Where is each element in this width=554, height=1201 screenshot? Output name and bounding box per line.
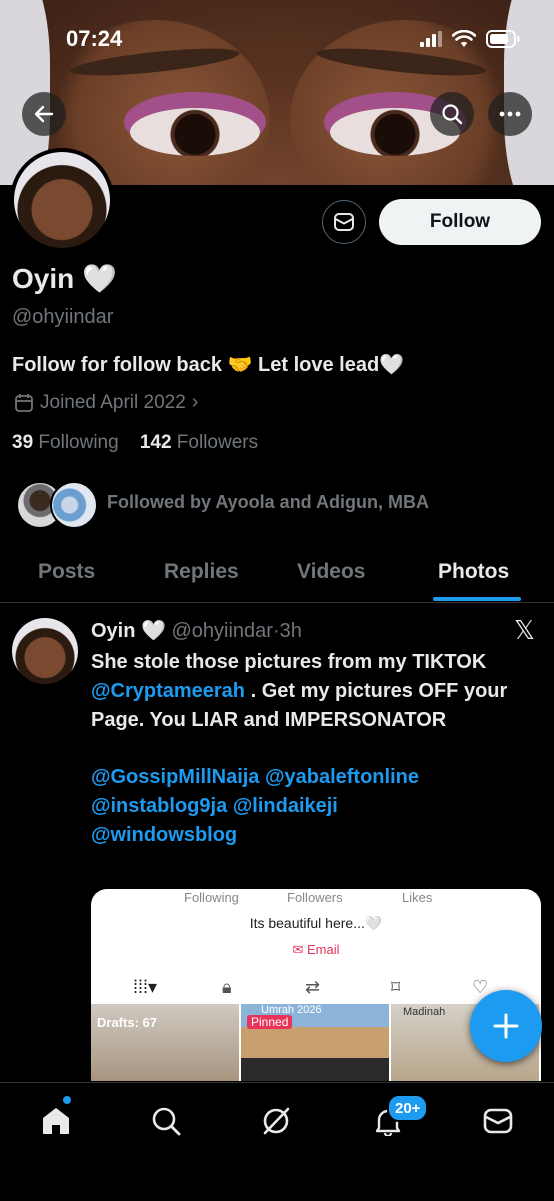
followers-count: 142: [139, 432, 172, 453]
envelope-icon: [483, 1108, 513, 1134]
arrow-left-icon: [34, 105, 54, 123]
home-icon: [43, 1108, 69, 1134]
mention-link[interactable]: @instablog9ja: [91, 795, 227, 817]
wifi-icon: [452, 30, 476, 47]
status-icons: [420, 30, 520, 48]
search-icon: [152, 1107, 181, 1136]
embed-pinned-badge: Pinned: [247, 1015, 293, 1029]
mention-link[interactable]: @Cryptameerah: [91, 680, 245, 702]
follower-avatar[interactable]: [50, 481, 98, 529]
back-button[interactable]: [22, 92, 66, 136]
tweet-time[interactable]: 3h: [280, 620, 302, 642]
following-count: 39: [12, 432, 34, 453]
tab-photos[interactable]: Photos: [438, 560, 509, 584]
battery-icon: [486, 30, 520, 48]
nav-home[interactable]: [36, 1101, 76, 1141]
message-button[interactable]: [322, 200, 366, 244]
chevron-right-icon: ›: [191, 391, 199, 413]
tweet-author[interactable]: Oyin 🤍: [91, 620, 166, 642]
calendar-icon: [15, 393, 33, 412]
nav-messages[interactable]: [478, 1101, 518, 1141]
grok-icon: [263, 1107, 290, 1135]
bookmark-icon: ⌑: [391, 977, 401, 997]
profile-avatar[interactable]: [10, 148, 114, 252]
tab-posts[interactable]: Posts: [38, 560, 95, 584]
joined-label: Joined April 2022: [40, 391, 186, 413]
active-tab-indicator: [433, 597, 521, 601]
joined-date[interactable]: Joined April 2022 ›: [14, 391, 198, 414]
tweet-text-1: She stole those pictures from my TIKTOK: [91, 651, 487, 673]
mention-link[interactable]: @GossipMillNaija: [91, 766, 259, 788]
mention-link[interactable]: @windowsblog: [91, 824, 237, 846]
followed-by-text[interactable]: Followed by Ayoola and Adigun, MBA: [107, 492, 429, 513]
embed-madinah-label: Madinah: [403, 1006, 446, 1018]
following-link[interactable]: 39 Following: [12, 432, 119, 453]
search-icon: [442, 104, 463, 125]
repost-icon: ⇄: [305, 977, 321, 997]
followers-label: Followers: [176, 432, 259, 453]
tweet-handle[interactable]: @ohyiindar: [171, 620, 272, 642]
embed-email: ✉ Email: [91, 942, 541, 958]
lock-icon: 🔒︎: [222, 977, 232, 997]
embed-following: Following: [184, 890, 239, 905]
tweet-body: She stole those pictures from my TIKTOK …: [91, 648, 546, 850]
search-button[interactable]: [430, 92, 474, 136]
embed-tab-icons: ⁞⁞⁞▾ 🔒︎ ⇄ ⌑ ♡: [91, 977, 541, 1001]
more-dots-icon: [499, 111, 521, 117]
plus-icon: [493, 1013, 519, 1039]
grid-icon: ⁞⁞⁞▾: [133, 977, 158, 997]
more-button[interactable]: [488, 92, 532, 136]
mention-link[interactable]: @yabaleftonline: [265, 766, 419, 788]
nav-grok[interactable]: [256, 1101, 296, 1141]
status-bar: 07:24: [0, 26, 554, 56]
mention-link[interactable]: @lindaikeji: [233, 795, 338, 817]
tweet-media[interactable]: Following Followers Likes Its beautiful …: [91, 889, 541, 1081]
signal-icon: [420, 31, 442, 47]
profile-bio: Follow for follow back 🤝 Let love lead🤍: [12, 354, 405, 376]
tab-videos[interactable]: Videos: [297, 560, 365, 584]
follow-counts: 39 Following 142 Followers: [12, 432, 258, 454]
embed-email-label: Email: [307, 942, 340, 957]
home-unread-dot: [63, 1096, 71, 1104]
embed-likes: Likes: [402, 890, 433, 905]
compose-button[interactable]: [470, 990, 542, 1062]
profile-handle: @ohyiindar: [12, 306, 114, 328]
embed-followers: Followers: [287, 890, 343, 905]
tweet-separator: ·: [272, 620, 280, 642]
follow-button[interactable]: Follow: [379, 199, 541, 245]
tweet-avatar[interactable]: [12, 618, 78, 684]
envelope-icon: ✉: [292, 942, 304, 957]
followers-link[interactable]: 142 Followers: [140, 432, 258, 453]
banner-eye-left: [130, 108, 260, 156]
x-logo-icon: 𝕏: [514, 615, 535, 645]
notifications-badge: 20+: [387, 1094, 429, 1122]
envelope-icon: [334, 213, 354, 231]
status-time: 07:24: [66, 26, 123, 51]
bottom-nav: [0, 1082, 554, 1201]
profile-name: Oyin 🤍: [12, 263, 117, 294]
embed-bio: Its beautiful here...🤍: [249, 915, 383, 931]
tweet-header: Oyin 🤍 @ohyiindar·3h: [91, 618, 302, 643]
embed-drafts-label: Drafts: 67: [97, 1015, 157, 1030]
nav-explore[interactable]: [146, 1101, 186, 1141]
following-label: Following: [38, 432, 119, 453]
profile-tabs: Posts Replies Videos Photos: [0, 548, 554, 603]
tab-replies[interactable]: Replies: [164, 560, 239, 584]
